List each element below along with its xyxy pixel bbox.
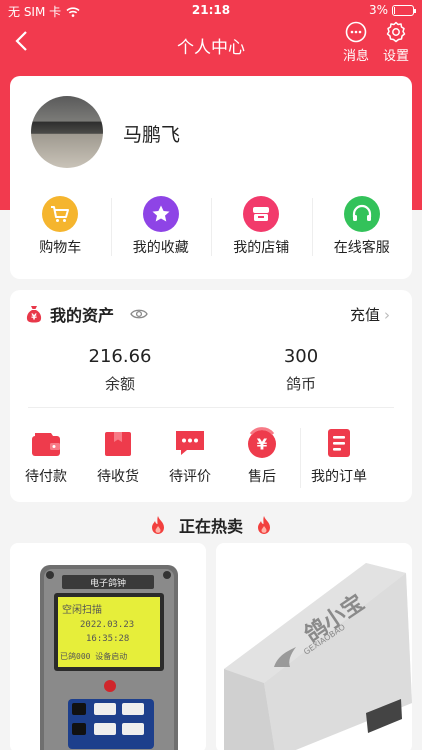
messages-label: 消息 [343,49,370,64]
clock: 21:18 [191,3,231,17]
coins-value: 300 [283,346,319,367]
order-label: 待付款 [25,469,67,485]
user-name: 马鹏飞 [123,124,181,146]
quick-link-favorites[interactable]: 我的收藏 [110,196,212,260]
device-screen-line: 空闲扫描 [62,603,102,616]
balance-value: 216.66 [88,346,152,367]
top-nav: 个人中心 消息 设置 [0,21,422,66]
coins-stat[interactable]: 300 鸽币 [221,346,381,394]
quick-link-cart[interactable]: 购物车 [10,196,111,260]
balance-stat[interactable]: 216.66 余额 [40,346,200,394]
headset-icon [343,196,380,232]
device-screen-line: 2022.03.23 [80,620,134,630]
cart-icon [42,196,79,232]
device-screen-line: 16:35:28 [86,634,129,644]
assets-title: 我的资产 [50,306,115,325]
order-label: 待收货 [97,469,139,485]
device-brand-label: 电子鸽钟 [90,577,126,589]
product-card[interactable]: 鸽小宝 GEXIAOBAO [216,543,412,750]
comment-icon [176,431,204,455]
order-pending-payment[interactable]: 待付款 [10,426,82,490]
assets-card: ¥ 我的资产 充值 › 216.66 余额 300 鸽币 待付款 待收货 待评价… [10,290,412,502]
avatar[interactable] [31,96,103,168]
balance-label: 余额 [104,375,135,393]
order-pending-receipt[interactable]: 待收货 [82,426,154,490]
order-label: 我的订单 [311,469,367,485]
quick-link-support[interactable]: 在线客服 [311,196,413,260]
quick-links: 购物车 我的收藏 我的店铺 在线客服 [10,196,412,260]
battery-level [394,6,395,14]
package-icon [105,432,131,456]
messages-button[interactable]: 消息 [343,21,369,64]
order-all[interactable]: 我的订单 [303,426,375,490]
quick-link-label: 我的店铺 [233,240,290,256]
order-shortcuts: 待付款 待收货 待评价 ¥ 售后 我的订单 [10,426,412,490]
recharge-link[interactable]: 充值 › [350,304,390,325]
chevron-right-icon: › [384,306,390,324]
quick-link-label: 购物车 [39,240,82,256]
product-image-pigeon-clock: 电子鸽钟 空闲扫描 2022.03.23 16:35:28 已鸽000 设备启动 [40,565,178,750]
shop-icon [243,196,280,232]
order-label: 售后 [248,469,276,485]
refund-icon: ¥ [248,427,276,458]
battery-icon [392,4,416,16]
star-icon [142,196,179,232]
flame-icon [151,516,164,534]
settings-button[interactable]: 设置 [383,21,409,64]
hot-sale-title: 正在热卖 [178,517,243,536]
order-pending-review[interactable]: 待评价 [154,426,226,490]
order-list-icon [328,429,350,457]
recharge-label: 充值 [349,306,380,324]
product-image-gexiaobao: 鸽小宝 GEXIAOBAO [224,563,412,750]
flame-icon [258,516,270,534]
quick-link-label: 我的收藏 [132,240,189,256]
money-bag-icon: ¥ [26,306,42,323]
order-label: 待评价 [169,469,211,485]
divider [28,407,394,408]
eye-icon[interactable] [130,308,148,320]
svg-text:¥: ¥ [31,313,37,322]
device-screen-line: 已鸽000 设备启动 [60,651,127,661]
battery-percent: 3% [368,3,388,17]
svg-text:¥: ¥ [257,436,268,454]
settings-label: 设置 [383,49,410,64]
status-bar: 无 SIM 卡 21:18 3% [0,0,422,22]
order-after-sale[interactable]: ¥ 售后 [226,426,298,490]
product-card[interactable]: 电子鸽钟 空闲扫描 2022.03.23 16:35:28 已鸽000 设备启动 [10,543,206,750]
message-icon [345,21,367,43]
gear-icon [386,21,406,43]
assets-header: ¥ 我的资产 [26,302,148,326]
profile-card: 马鹏飞 购物车 我的收藏 我的店铺 在线客服 [10,76,412,279]
hot-sale-header: 正在热卖 [0,512,422,538]
order-separator [300,428,301,488]
quick-link-label: 在线客服 [333,240,390,256]
quick-link-shop[interactable]: 我的店铺 [211,196,312,260]
wallet-icon [32,433,60,456]
coins-label: 鸽币 [285,375,316,393]
